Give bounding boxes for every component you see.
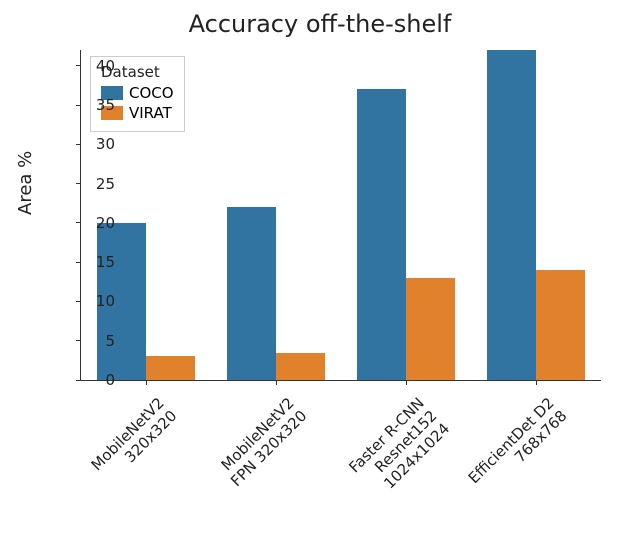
ytick-label: 25 [75, 175, 115, 193]
ytick-label: 40 [75, 57, 115, 75]
bar-coco-2 [357, 89, 406, 380]
xtick-mark [406, 380, 407, 385]
xtick-label-3: EfficientDet D2768x768 [439, 394, 571, 526]
bar-virat-1 [276, 353, 325, 381]
xtick-label-2: Faster R-CNNResnet1521024x1024 [309, 394, 453, 538]
bar-virat-2 [406, 278, 455, 380]
ytick-label: 20 [75, 214, 115, 232]
xtick-mark [276, 380, 277, 385]
ytick-label: 30 [75, 135, 115, 153]
bar-virat-3 [536, 270, 585, 380]
y-axis-label: Area % [15, 151, 36, 215]
xtick-mark [536, 380, 537, 385]
bar-chart: Accuracy off-the-shelf Area % Dataset CO… [0, 0, 640, 560]
bar-coco-3 [487, 50, 536, 380]
ytick-label: 5 [75, 332, 115, 350]
xtick-label-0: MobileNetV2320x320 [49, 394, 181, 526]
bar-coco-1 [227, 207, 276, 380]
ytick-label: 15 [75, 253, 115, 271]
chart-title: Accuracy off-the-shelf [0, 10, 640, 38]
ytick-label: 35 [75, 96, 115, 114]
ytick-label: 10 [75, 292, 115, 310]
ytick-label: 0 [75, 371, 115, 389]
legend-label-virat: VIRAT [129, 104, 172, 122]
xtick-mark [146, 380, 147, 385]
bar-virat-0 [146, 356, 195, 380]
legend-label-coco: COCO [129, 84, 174, 102]
xtick-label-1: MobileNetV2FPN 320x320 [179, 394, 311, 526]
